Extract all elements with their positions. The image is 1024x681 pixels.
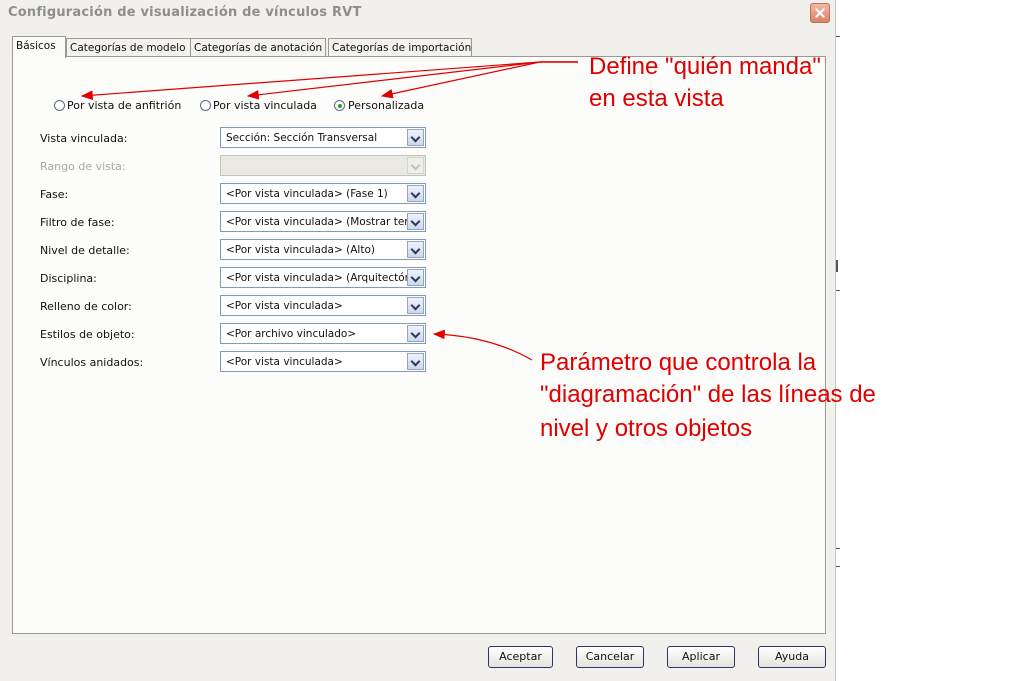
select-value: <Por vista vinculada> (Alto) <box>226 244 375 256</box>
help-button[interactable]: Ayuda <box>758 646 826 668</box>
radio-circle[interactable] <box>54 100 65 111</box>
select-nivel-detalle[interactable]: <Por vista vinculada> (Alto) <box>220 239 426 260</box>
radio-circle-selected[interactable] <box>334 100 345 111</box>
label-filtro-fase: Filtro de fase: <box>40 216 115 229</box>
tab-basicos[interactable]: Básicos <box>12 36 66 58</box>
annotation-bottom-line3: nivel y otros objetos <box>540 415 753 442</box>
chevron-down-icon[interactable] <box>407 325 424 342</box>
annotation-top-line1: Define "quién manda" <box>589 53 821 80</box>
label-disciplina: Disciplina: <box>40 272 97 285</box>
select-value: <Por vista vinculada> (Fase 1) <box>226 188 388 200</box>
label-rango-vista: Rango de vista: <box>40 160 126 173</box>
label-estilos-objeto: Estilos de objeto: <box>40 328 135 341</box>
select-filtro-fase[interactable]: <Por vista vinculada> (Mostrar terminado… <box>220 211 426 232</box>
tab-categorias-importacion[interactable]: Categorías de importación <box>328 38 472 57</box>
select-value: <Por vista vinculada> <box>226 356 343 368</box>
radio-label: Personalizada <box>348 99 425 112</box>
radio-circle[interactable] <box>200 100 211 111</box>
dialog-title: Configuración de visualización de víncul… <box>8 5 362 20</box>
background-edge-mark <box>836 290 840 291</box>
select-value: <Por vista vinculada> <box>226 300 343 312</box>
chevron-down-icon[interactable] <box>407 241 424 258</box>
ok-button[interactable]: Aceptar <box>488 646 553 668</box>
chevron-down-icon[interactable] <box>407 213 424 230</box>
background-edge-mark <box>836 36 840 37</box>
select-disciplina[interactable]: <Por vista vinculada> (Arquitectónica) <box>220 267 426 288</box>
close-icon[interactable] <box>810 3 830 23</box>
chevron-down-icon[interactable] <box>407 129 424 146</box>
label-nivel-detalle: Nivel de detalle: <box>40 244 130 257</box>
chevron-down-icon[interactable] <box>407 297 424 314</box>
radio-label: Por vista vinculada <box>213 99 317 112</box>
select-fase[interactable]: <Por vista vinculada> (Fase 1) <box>220 183 426 204</box>
chevron-down-icon[interactable] <box>407 185 424 202</box>
tab-categorias-anotacion[interactable]: Categorías de anotación <box>190 38 326 57</box>
background-edge-mark <box>836 548 840 549</box>
select-value: Sección: Sección Transversal <box>226 132 378 144</box>
select-value: <Por vista vinculada> (Mostrar terminado… <box>226 216 408 228</box>
chevron-down-icon[interactable] <box>407 269 424 286</box>
chevron-down-icon <box>407 157 424 174</box>
annotation-bottom-line2: "diagramación" de las líneas de <box>540 381 876 408</box>
apply-button[interactable]: Aplicar <box>667 646 735 668</box>
annotation-top-line2: en esta vista <box>589 85 724 112</box>
label-relleno-color: Relleno de color: <box>40 300 132 313</box>
background-edge-mark <box>836 566 840 567</box>
select-estilos-objeto[interactable]: <Por archivo vinculado> <box>220 323 426 344</box>
tab-categorias-modelo[interactable]: Categorías de modelo <box>66 38 199 57</box>
select-vista-vinculada[interactable]: Sección: Sección Transversal <box>220 127 426 148</box>
label-fase: Fase: <box>40 188 69 201</box>
label-vista-vinculada: Vista vinculada: <box>40 132 128 145</box>
select-relleno-color[interactable]: <Por vista vinculada> <box>220 295 426 316</box>
cancel-button[interactable]: Cancelar <box>576 646 644 668</box>
title-bar[interactable]: Configuración de visualización de víncul… <box>0 0 836 30</box>
select-value: <Por archivo vinculado> <box>226 328 357 340</box>
background-edge-mark <box>836 260 838 272</box>
chevron-down-icon[interactable] <box>407 353 424 370</box>
label-vinculos-anidados: Vínculos anidados: <box>40 356 144 369</box>
select-rango-vista <box>220 155 426 176</box>
select-vinculos-anidados[interactable]: <Por vista vinculada> <box>220 351 426 372</box>
radio-label: Por vista de anfitrión <box>67 99 182 112</box>
annotation-bottom-line1: Parámetro que controla la <box>540 349 817 376</box>
select-value: <Por vista vinculada> (Arquitectónica) <box>226 272 408 284</box>
